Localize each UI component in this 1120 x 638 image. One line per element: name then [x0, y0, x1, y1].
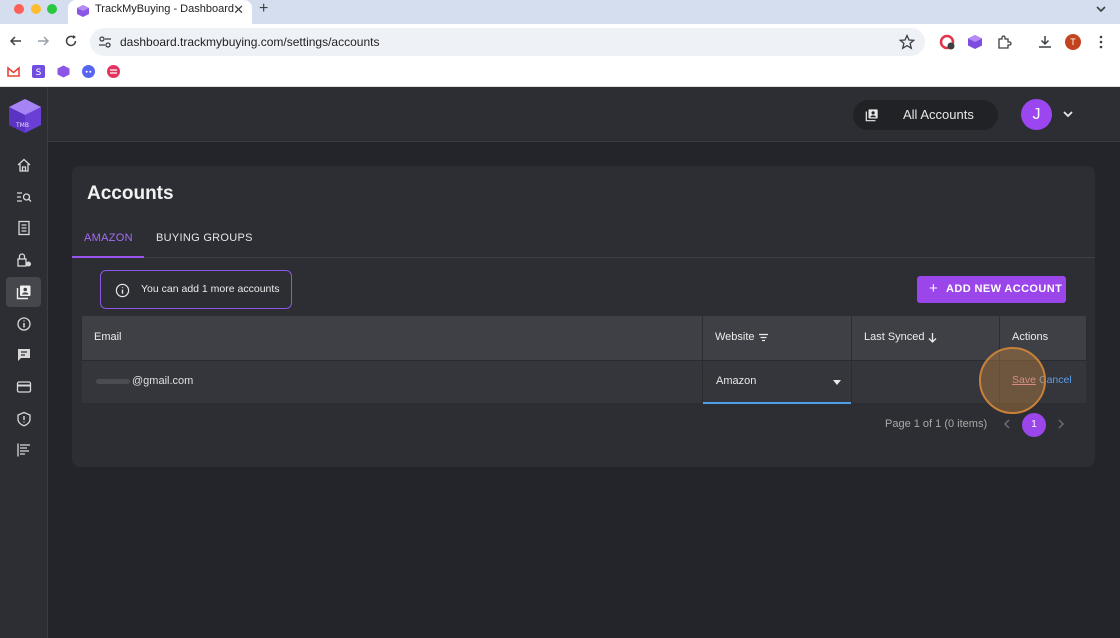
sidebar-item-billing[interactable]	[6, 372, 41, 402]
account-selector-label: All Accounts	[903, 107, 974, 122]
active-tab-indicator	[72, 256, 144, 258]
app-header: All Accounts J	[48, 87, 1120, 142]
minimize-window-button[interactable]	[31, 4, 41, 14]
lock-settings-icon	[17, 253, 31, 267]
sort-down-arrow-icon[interactable]	[927, 332, 938, 343]
click-indicator	[979, 347, 1046, 414]
feedback-icon	[18, 349, 30, 361]
trackmybuying-extension-icon[interactable]	[967, 34, 983, 50]
info-icon	[17, 317, 31, 331]
credit-card-icon	[16, 381, 32, 393]
back-arrow-icon[interactable]	[9, 34, 23, 48]
accounts-icon	[865, 109, 878, 122]
filter-icon[interactable]	[758, 332, 769, 343]
account-selector[interactable]: All Accounts	[853, 100, 998, 130]
column-header-website[interactable]: Website	[703, 316, 852, 360]
red-app-icon[interactable]	[107, 65, 120, 78]
address-bar[interactable]: dashboard.trackmybuying.com/settings/acc…	[90, 28, 925, 56]
chevron-down-icon[interactable]	[1093, 1, 1109, 17]
pagination-page-button[interactable]: 1	[1022, 413, 1046, 437]
download-icon[interactable]	[1037, 34, 1053, 50]
account-limit-notice: You can add 1 more accounts	[100, 270, 292, 309]
tab-buying-groups[interactable]: BUYING GROUPS	[156, 232, 253, 244]
close-window-button[interactable]	[14, 4, 24, 14]
close-tab-icon[interactable]: ✕	[233, 2, 244, 18]
email-cell: @gmail.com	[82, 361, 703, 404]
table-row: @gmail.com Amazon Save Cancel	[82, 360, 1086, 404]
forward-arrow-icon[interactable]	[36, 34, 50, 48]
accounts-icon	[16, 285, 31, 300]
tab-amazon[interactable]: AMAZON	[84, 232, 133, 244]
plus-icon: +	[929, 280, 938, 297]
trackmybuying-logo-icon[interactable]: TMB	[6, 97, 44, 135]
sidebar-item-search[interactable]	[6, 182, 41, 212]
info-icon	[115, 283, 130, 298]
app-sidebar: TMB	[0, 87, 48, 638]
chevron-left-icon[interactable]	[1002, 418, 1012, 430]
pagination-summary: Page 1 of 1 (0 items)	[885, 418, 988, 430]
trackmybuying-favicon-icon	[77, 5, 89, 17]
svg-text:S: S	[36, 68, 42, 78]
column-header-email[interactable]: Email	[82, 316, 703, 360]
svg-text:TMB: TMB	[15, 122, 29, 129]
home-icon	[17, 158, 31, 172]
add-new-account-label: ADD NEW ACCOUNT	[946, 283, 1063, 295]
sidebar-item-security-settings[interactable]	[6, 245, 41, 275]
sidebar-item-info[interactable]	[6, 309, 41, 339]
browser-menu-icon[interactable]	[1093, 34, 1109, 50]
chevron-down-icon[interactable]	[1062, 108, 1074, 120]
bookmark-star-icon[interactable]	[899, 34, 915, 50]
website-select-value: Amazon	[716, 375, 757, 387]
browser-tabstrip: TrackMyBuying - Dashboard ✕ +	[0, 0, 1120, 24]
browser-tab-title: TrackMyBuying - Dashboard	[95, 3, 234, 15]
site-settings-icon[interactable]	[98, 35, 112, 49]
browser-profile-avatar[interactable]: T	[1065, 34, 1081, 50]
zoom-window-button[interactable]	[47, 4, 57, 14]
redacted-email-prefix	[96, 379, 130, 384]
column-header-last-synced[interactable]: Last Synced	[852, 316, 1000, 360]
table-header: Email Website Last Synced Actions	[82, 316, 1086, 360]
sidebar-item-documents[interactable]	[6, 213, 41, 243]
add-new-account-button[interactable]: + ADD NEW ACCOUNT	[917, 276, 1066, 303]
reload-icon[interactable]	[64, 34, 78, 48]
last-synced-cell	[852, 361, 1000, 404]
document-icon	[18, 220, 30, 236]
sidebar-item-home[interactable]	[6, 150, 41, 180]
user-avatar[interactable]: J	[1021, 99, 1052, 130]
browser-tab[interactable]: TrackMyBuying - Dashboard ✕	[68, 0, 252, 24]
search-list-icon	[17, 192, 32, 202]
s-app-icon[interactable]: S	[32, 65, 45, 78]
sidebar-item-accounts[interactable]	[6, 277, 41, 307]
gmail-icon[interactable]	[7, 65, 20, 78]
address-url: dashboard.trackmybuying.com/settings/acc…	[120, 35, 380, 49]
report-icon	[17, 443, 30, 457]
page-title: Accounts	[87, 183, 174, 204]
shield-icon	[17, 411, 31, 427]
email-value: @gmail.com	[132, 375, 194, 387]
dropdown-caret-icon	[833, 380, 841, 385]
account-tabs: AMAZON BUYING GROUPS	[72, 226, 1095, 258]
browser-toolbar: dashboard.trackmybuying.com/settings/acc…	[0, 24, 1120, 60]
discord-icon[interactable]	[82, 65, 95, 78]
accounts-table: Email Website Last Synced Actions @gmail…	[82, 316, 1086, 404]
website-select[interactable]: Amazon	[703, 361, 851, 404]
bookmarks-bar: S	[0, 60, 1120, 87]
sidebar-item-reports[interactable]	[6, 435, 41, 465]
chevron-right-icon[interactable]	[1056, 418, 1066, 430]
trackmybuying-bookmark-icon[interactable]	[57, 65, 70, 78]
extensions-puzzle-icon[interactable]	[996, 34, 1012, 50]
new-tab-icon[interactable]: +	[259, 0, 268, 18]
sidebar-item-feedback[interactable]	[6, 340, 41, 370]
accounts-card: Accounts AMAZON BUYING GROUPS You can ad…	[72, 166, 1095, 467]
account-limit-text: You can add 1 more accounts	[141, 283, 280, 295]
extension-red-icon[interactable]	[939, 34, 955, 50]
website-cell: Amazon	[703, 361, 852, 404]
sidebar-item-privacy[interactable]	[6, 404, 41, 434]
